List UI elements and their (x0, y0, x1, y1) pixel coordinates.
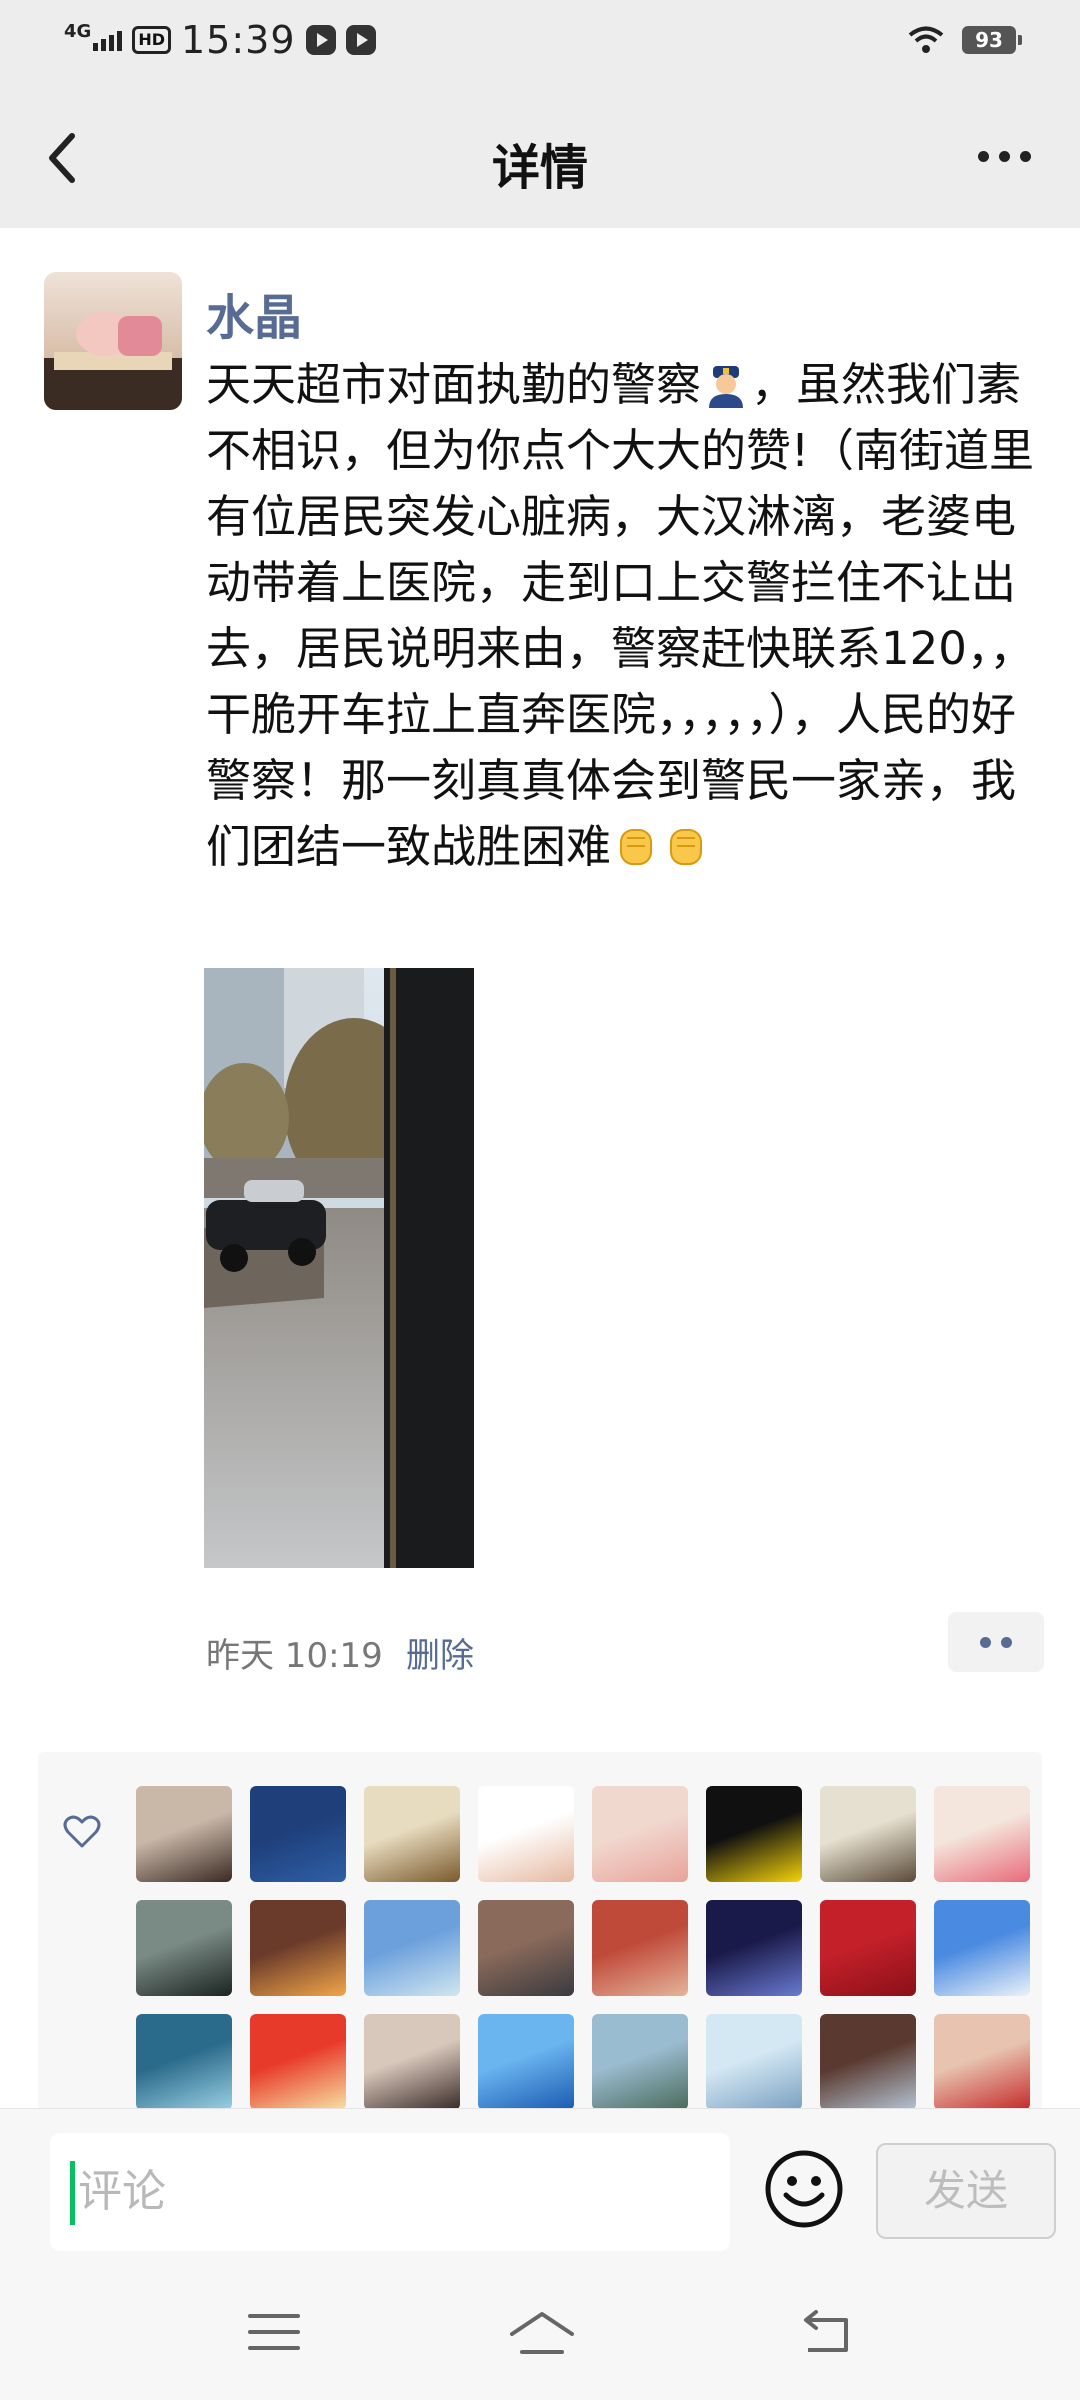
status-left: 4G HD 15:39 (64, 18, 376, 62)
post-time: 昨天 10:19 (206, 1636, 383, 1676)
liker-avatar[interactable] (478, 2014, 574, 2110)
dot-icon (980, 1636, 991, 1648)
liker-avatar[interactable] (706, 2014, 802, 2110)
send-button[interactable]: 发送 (876, 2143, 1056, 2239)
liker-avatar[interactable] (820, 2014, 916, 2110)
liker-avatar[interactable] (706, 1786, 802, 1882)
dot-icon (998, 150, 1010, 162)
smiley-icon (765, 2150, 843, 2228)
system-navigation-bar (0, 2258, 1080, 2400)
page-title: 详情 (491, 140, 588, 196)
post-photo[interactable] (204, 968, 474, 1568)
raised-fist-emoji-icon (670, 829, 703, 865)
media-play-icon (345, 25, 376, 55)
liker-avatar[interactable] (136, 1786, 232, 1882)
liker-avatar[interactable] (934, 2014, 1030, 2110)
raised-fist-emoji-icon (620, 829, 653, 865)
liker-avatar[interactable] (592, 2014, 688, 2110)
liker-avatar[interactable] (592, 1786, 688, 1882)
menu-icon (248, 2314, 300, 2350)
return-icon (804, 2310, 848, 2352)
liker-avatar[interactable] (934, 1900, 1030, 1996)
more-options-button[interactable] (964, 136, 1044, 176)
dot-icon (1001, 1636, 1012, 1648)
menu-nav-button[interactable] (244, 2306, 304, 2358)
top-nav-bar: 详情 (0, 88, 1080, 228)
signal-bars-icon (93, 29, 123, 51)
liker-avatar[interactable] (364, 1786, 460, 1882)
battery-indicator: 93 (962, 26, 1022, 54)
comment-placeholder: 评论 (78, 2166, 166, 2217)
emoji-button[interactable] (762, 2147, 846, 2231)
post-actions-button[interactable] (948, 1612, 1044, 1672)
network-type: 4G (64, 21, 92, 42)
post-text-part-1: 天天超市对面执勤的警察 (206, 358, 702, 411)
home-icon (510, 2312, 574, 2354)
police-officer-emoji-icon (709, 366, 744, 408)
heart-outline-icon (63, 1815, 101, 1848)
status-right: 93 (908, 26, 1022, 54)
clock: 15:39 (180, 18, 296, 62)
back-nav-button[interactable] (796, 2306, 856, 2358)
likes-panel (38, 1752, 1042, 2112)
liker-avatar[interactable] (820, 1786, 916, 1882)
post-text: 天天超市对面执勤的警察 ，虽然我们素不相识，但为你点个大大的赞!（南街道里有位居… (206, 352, 1048, 880)
liker-avatar[interactable] (934, 1786, 1030, 1882)
wifi-icon (908, 26, 944, 54)
delete-link[interactable]: 删除 (406, 1628, 474, 1677)
liker-avatar[interactable] (136, 2014, 232, 2110)
liker-avatar[interactable] (136, 1900, 232, 1996)
text-cursor (70, 2161, 75, 2225)
liker-avatar[interactable] (478, 1900, 574, 1996)
dot-icon (1019, 150, 1031, 162)
hd-badge: HD (132, 26, 171, 54)
post-text-part-2: ，虽然我们素不相识，但为你点个大大的赞!（南街道里有位居民突发心脏病，大汉淋漓，… (206, 358, 1035, 873)
media-play-icon (305, 25, 336, 55)
liker-avatar[interactable] (250, 2014, 346, 2110)
liker-avatar[interactable] (706, 1900, 802, 1996)
comment-input[interactable]: 评论 (50, 2133, 730, 2251)
home-nav-button[interactable] (506, 2306, 578, 2358)
liker-avatar[interactable] (364, 2014, 460, 2110)
comment-input-bar: 评论 发送 (0, 2108, 1080, 2259)
liker-avatar[interactable] (592, 1900, 688, 1996)
liker-avatar[interactable] (478, 1786, 574, 1882)
signal-indicator: 4G (64, 23, 123, 51)
author-name[interactable]: 水晶 (206, 278, 302, 348)
author-avatar[interactable] (44, 272, 182, 410)
liker-avatar[interactable] (250, 1900, 346, 1996)
liker-avatar[interactable] (364, 1900, 460, 1996)
dot-icon (977, 150, 989, 162)
liker-avatar[interactable] (820, 1900, 916, 1996)
status-bar: 4G HD 15:39 93 (0, 0, 1080, 88)
liker-avatar-grid (136, 1786, 1030, 2110)
liker-avatar[interactable] (250, 1786, 346, 1882)
